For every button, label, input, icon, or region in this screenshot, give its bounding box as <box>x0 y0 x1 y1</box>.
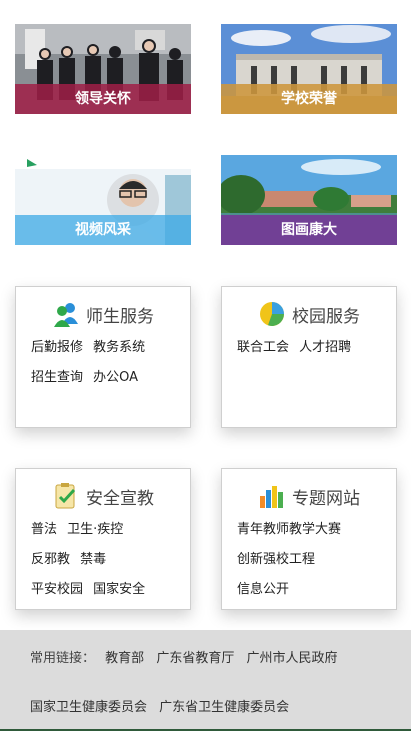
box-title: 校园服务 <box>292 306 360 327</box>
tile-leaders-care[interactable]: 领导关怀 <box>15 24 191 114</box>
box-links: 联合工会 人才招聘 <box>237 339 390 369</box>
footer-link-moe[interactable]: 教育部 <box>105 651 144 666</box>
link-recruitment[interactable]: 人才招聘 <box>299 340 351 355</box>
users-icon <box>54 303 78 327</box>
box-links: 青年教师教学大赛 创新强校工程 信息公开 <box>237 521 390 611</box>
tile-caption: 领导关怀 <box>15 84 191 114</box>
special-sites-box: 专题网站 青年教师教学大赛 创新强校工程 信息公开 <box>221 468 397 610</box>
box-title: 安全宣教 <box>86 488 154 509</box>
footer-link-gz-gov[interactable]: 广州市人民政府 <box>246 651 337 666</box>
tile-caption: 视频风采 <box>15 215 191 245</box>
box-header[interactable]: 专题网站 <box>222 481 396 511</box>
box-header[interactable]: 师生服务 <box>16 299 190 329</box>
link-safe-campus[interactable]: 平安校园 <box>31 582 83 597</box>
link-union[interactable]: 联合工会 <box>237 340 289 355</box>
footer-row: 常用链接： 教育部 广东省教育厅 广州市人民政府 <box>30 647 345 666</box>
box-title: 专题网站 <box>292 488 360 509</box>
box-links: 后勤报修 教务系统 招生查询 办公OA <box>31 339 184 399</box>
campus-service-box: 校园服务 联合工会 人才招聘 <box>221 286 397 428</box>
link-information-disclosure[interactable]: 信息公开 <box>237 582 289 597</box>
footer: 常用链接： 教育部 广东省教育厅 广州市人民政府 国家卫生健康委员会 广东省卫生… <box>0 630 411 731</box>
checklist-icon <box>55 483 76 509</box>
tile-video[interactable]: 视频风采 <box>15 155 191 245</box>
teacher-student-service-box: 师生服务 后勤报修 教务系统 招生查询 办公OA <box>15 286 191 428</box>
footer-link-gd-edu[interactable]: 广东省教育厅 <box>156 651 234 666</box>
link-young-teacher-contest[interactable]: 青年教师教学大赛 <box>237 522 341 537</box>
link-anti-drug[interactable]: 禁毒 <box>80 552 106 567</box>
safety-education-box: 安全宣教 普法 卫生·疾控 反邪教 禁毒 平安校园 国家安全 <box>15 468 191 610</box>
pie-chart-icon <box>260 302 284 326</box>
link-national-security[interactable]: 国家安全 <box>93 582 145 597</box>
link-academic-system[interactable]: 教务系统 <box>93 340 145 355</box>
footer-link-nhc[interactable]: 国家卫生健康委员会 <box>30 700 147 715</box>
link-admission-query[interactable]: 招生查询 <box>31 370 83 385</box>
tile-caption: 学校荣誉 <box>221 84 397 114</box>
footer-link-gd-health[interactable]: 广东省卫生健康委员会 <box>159 700 289 715</box>
footer-row: 国家卫生健康委员会 广东省卫生健康委员会 <box>30 696 297 715</box>
tile-school-honors[interactable]: 学校荣誉 <box>221 24 397 114</box>
link-office-oa[interactable]: 办公OA <box>93 370 138 385</box>
bar-chart-icon <box>260 486 283 508</box>
box-header[interactable]: 校园服务 <box>222 299 396 329</box>
link-health-disease-control[interactable]: 卫生·疾控 <box>67 522 123 537</box>
link-law[interactable]: 普法 <box>31 522 57 537</box>
link-innovation-project[interactable]: 创新强校工程 <box>237 552 315 567</box>
tile-caption: 图画康大 <box>221 215 397 245</box>
tile-campus-pictures[interactable]: 图画康大 <box>221 155 397 245</box>
link-anti-cult[interactable]: 反邪教 <box>31 552 70 567</box>
link-logistics-repair[interactable]: 后勤报修 <box>31 340 83 355</box>
footer-label: 常用链接： <box>30 651 96 666</box>
box-title: 师生服务 <box>86 306 154 327</box>
box-header[interactable]: 安全宣教 <box>16 481 190 511</box>
box-links: 普法 卫生·疾控 反邪教 禁毒 平安校园 国家安全 <box>31 521 184 611</box>
